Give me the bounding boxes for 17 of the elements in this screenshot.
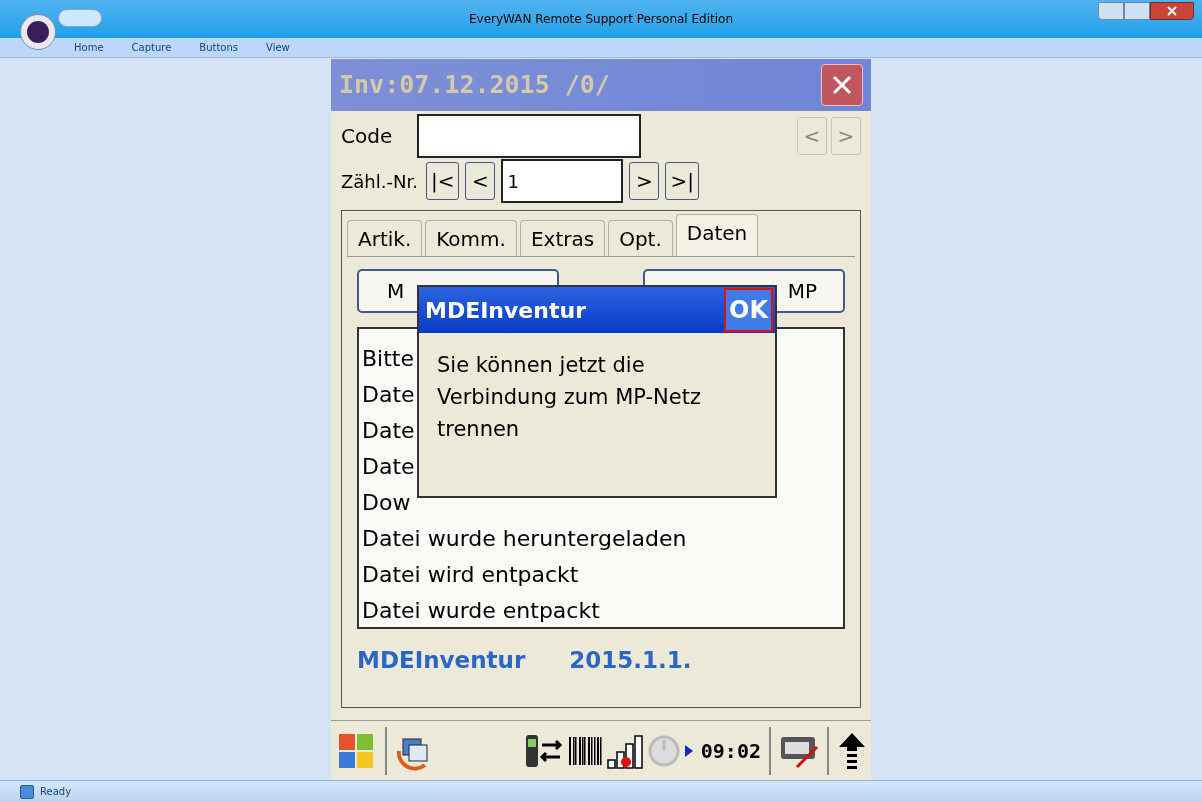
log-line: Datei wurde heruntergeladen xyxy=(362,525,687,553)
dialog-message: Sie können jetzt die Verbindung zum MP-Netz trennen xyxy=(436,352,702,443)
log-line: Date xyxy=(362,453,415,481)
device-title: Inv:07.12.2015 /0/ xyxy=(339,69,610,102)
log-line: Date xyxy=(362,381,415,409)
log-line: Datei wird entpackt xyxy=(362,561,579,589)
window-title: EveryWAN Remote Support Personal Edition xyxy=(469,11,733,28)
log-line: Bitte xyxy=(362,345,414,373)
app-version: 2015.1.1. xyxy=(569,646,692,675)
code-label: Code xyxy=(341,122,394,150)
app-name: MDEInventur xyxy=(357,646,526,675)
log-line: Datei wurde entpackt xyxy=(362,597,600,625)
log-line: Dow xyxy=(362,489,411,517)
status-text: Ready xyxy=(40,785,72,799)
counter-label: Zähl.-Nr. xyxy=(341,169,418,194)
dialog-title: MDEInventur xyxy=(425,296,586,325)
log-line: Date xyxy=(362,417,415,445)
